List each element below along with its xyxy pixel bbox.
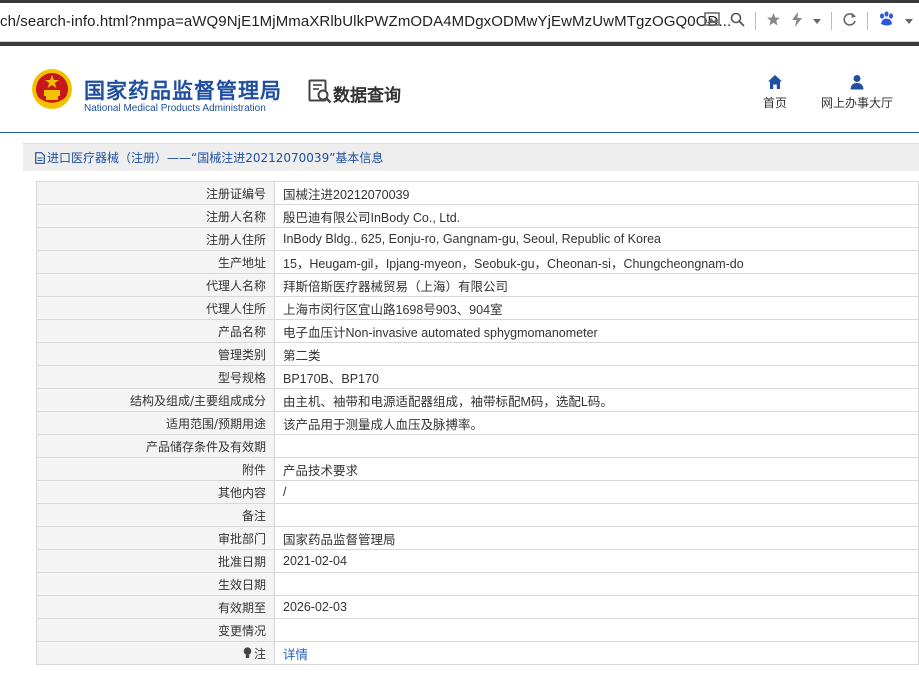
row-label: 代理人住所 bbox=[36, 296, 275, 320]
row-value: InBody Bldg., 625, Eonju-ro, Gangnam-gu,… bbox=[274, 227, 919, 251]
row-label: 备注 bbox=[36, 503, 275, 527]
row-label: 注册人住所 bbox=[36, 227, 275, 251]
table-row: 注册人住所 InBody Bldg., 625, Eonju-ro, Gangna… bbox=[36, 227, 919, 251]
bulb-icon bbox=[243, 646, 252, 658]
table-row: 备注 bbox=[36, 503, 919, 527]
row-label: 审批部门 bbox=[36, 526, 275, 550]
row-value: 上海市闵行区宜山路1698号903、904室 bbox=[274, 296, 919, 320]
row-value: 第二类 bbox=[274, 342, 919, 366]
table-row: 结构及组成/主要组成成分 由主机、袖带和电源适配器组成，袖带标配M码，选配L码。 bbox=[36, 388, 919, 412]
table-row: 注册证编号 国械注进20212070039 bbox=[36, 181, 919, 205]
table-row: 产品储存条件及有效期 bbox=[36, 434, 919, 458]
table-row: 产品名称 电子血压计Non-invasive automated sphygmom… bbox=[36, 319, 919, 343]
row-label: 适用范围/预期用途 bbox=[36, 411, 275, 435]
detail-table: 注册证编号 国械注进20212070039 注册人名称 殷巴迪有限公司InBody … bbox=[36, 181, 919, 665]
note-value-cell: 详情 bbox=[274, 641, 919, 665]
row-label: 变更情况 bbox=[36, 618, 275, 642]
row-label: 注册证编号 bbox=[36, 181, 275, 205]
browser-toolbar-icons bbox=[704, 11, 913, 31]
row-value: 由主机、袖带和电源适配器组成，袖带标配M码，选配L码。 bbox=[274, 388, 919, 412]
row-value: 该产品用于测量成人血压及脉搏率。 bbox=[274, 411, 919, 435]
nav-home[interactable]: 首页 bbox=[763, 74, 787, 111]
table-row: 型号规格 BP170B、BP170 bbox=[36, 365, 919, 389]
row-value: 殷巴迪有限公司InBody Co., Ltd. bbox=[274, 204, 919, 228]
nav-home-label: 首页 bbox=[763, 96, 788, 110]
toolbar-separator bbox=[867, 12, 868, 30]
row-value bbox=[274, 618, 919, 642]
baidu-paw-icon[interactable] bbox=[878, 11, 895, 31]
note-label: 注 bbox=[253, 646, 266, 661]
table-row: 附件 产品技术要求 bbox=[36, 457, 919, 481]
user-icon bbox=[850, 75, 864, 90]
table-row: 代理人住所 上海市闵行区宜山路1698号903、904室 bbox=[36, 296, 919, 320]
row-label: 批准日期 bbox=[36, 549, 275, 573]
table-row: 代理人名称 拜斯倍斯医疗器械贸易（上海）有限公司 bbox=[36, 273, 919, 297]
table-row-note: 注 详情 bbox=[36, 641, 919, 665]
nav-online-hall[interactable]: 网上办事大厅 bbox=[821, 74, 893, 111]
row-label: 管理类别 bbox=[36, 342, 275, 366]
detail-link[interactable]: 详情 bbox=[283, 648, 308, 662]
row-value bbox=[274, 434, 919, 458]
table-row: 变更情况 bbox=[36, 618, 919, 642]
breadcrumb: 进口医疗器械（注册）——“国械注进20212070039”基本信息 bbox=[23, 143, 919, 171]
note-label-cell: 注 bbox=[36, 641, 275, 665]
row-value: 拜斯倍斯医疗器械贸易（上海）有限公司 bbox=[274, 273, 919, 297]
row-label: 生产地址 bbox=[36, 250, 275, 274]
row-value: 2026-02-03 bbox=[274, 595, 919, 619]
row-value bbox=[274, 503, 919, 527]
section-title: 数据查询 bbox=[333, 86, 401, 106]
row-label: 注册人名称 bbox=[36, 204, 275, 228]
refresh-icon[interactable] bbox=[842, 12, 857, 31]
brand-title-cn: 国家药品监督管理局 bbox=[84, 79, 282, 103]
table-row: 生产地址 15，Heugam-gil，Ipjang-myeon，Seobuk-gu… bbox=[36, 250, 919, 274]
image-icon[interactable] bbox=[704, 12, 720, 30]
row-label: 其他内容 bbox=[36, 480, 275, 504]
brand-title-en: National Medical Products Administration bbox=[84, 103, 266, 114]
breadcrumb-text: 进口医疗器械（注册）——“国械注进20212070039”基本信息 bbox=[47, 151, 384, 165]
row-value bbox=[274, 572, 919, 596]
national-emblem-icon[interactable] bbox=[31, 68, 73, 110]
table-row: 有效期至 2026-02-03 bbox=[36, 595, 919, 619]
row-value: 产品技术要求 bbox=[274, 457, 919, 481]
row-label: 附件 bbox=[36, 457, 275, 481]
row-value: 电子血压计Non-invasive automated sphygmomanom… bbox=[274, 319, 919, 343]
lightning-icon[interactable] bbox=[791, 11, 803, 31]
favorite-icon[interactable] bbox=[766, 12, 781, 31]
home-icon bbox=[768, 75, 782, 89]
row-value: 国家药品监督管理局 bbox=[274, 526, 919, 550]
toolbar-separator bbox=[755, 12, 756, 30]
row-value: 15，Heugam-gil，Ipjang-myeon，Seobuk-gu，Che… bbox=[274, 250, 919, 274]
header-divider bbox=[0, 132, 919, 133]
table-row: 审批部门 国家药品监督管理局 bbox=[36, 526, 919, 550]
data-query-icon bbox=[308, 79, 332, 104]
row-label: 代理人名称 bbox=[36, 273, 275, 297]
table-row: 注册人名称 殷巴迪有限公司InBody Co., Ltd. bbox=[36, 204, 919, 228]
url-text[interactable]: ch/search-info.html?nmpa=aWQ9NjE1MjMmaXR… bbox=[0, 13, 731, 30]
row-label: 结构及组成/主要组成成分 bbox=[36, 388, 275, 412]
nav-online-label: 网上办事大厅 bbox=[821, 96, 894, 110]
document-icon bbox=[35, 152, 45, 164]
table-row: 批准日期 2021-02-04 bbox=[36, 549, 919, 573]
row-label: 生效日期 bbox=[36, 572, 275, 596]
chevron-down-icon[interactable] bbox=[813, 13, 821, 29]
table-row: 其他内容 / bbox=[36, 480, 919, 504]
browser-address-bar: ch/search-info.html?nmpa=aWQ9NjE1MjMmaXR… bbox=[0, 3, 919, 42]
table-row: 管理类别 第二类 bbox=[36, 342, 919, 366]
row-value: BP170B、BP170 bbox=[274, 365, 919, 389]
row-label: 产品储存条件及有效期 bbox=[36, 434, 275, 458]
chevron-down-icon[interactable] bbox=[905, 13, 913, 29]
row-label: 有效期至 bbox=[36, 595, 275, 619]
table-row: 适用范围/预期用途 该产品用于测量成人血压及脉搏率。 bbox=[36, 411, 919, 435]
table-row: 生效日期 bbox=[36, 572, 919, 596]
row-value: / bbox=[274, 480, 919, 504]
row-value: 国械注进20212070039 bbox=[274, 181, 919, 205]
row-label: 产品名称 bbox=[36, 319, 275, 343]
row-label: 型号规格 bbox=[36, 365, 275, 389]
site-header: 国家药品监督管理局 National Medical Products Admi… bbox=[0, 46, 919, 132]
zoom-icon[interactable] bbox=[730, 12, 745, 31]
row-value: 2021-02-04 bbox=[274, 549, 919, 573]
toolbar-separator bbox=[831, 12, 832, 30]
